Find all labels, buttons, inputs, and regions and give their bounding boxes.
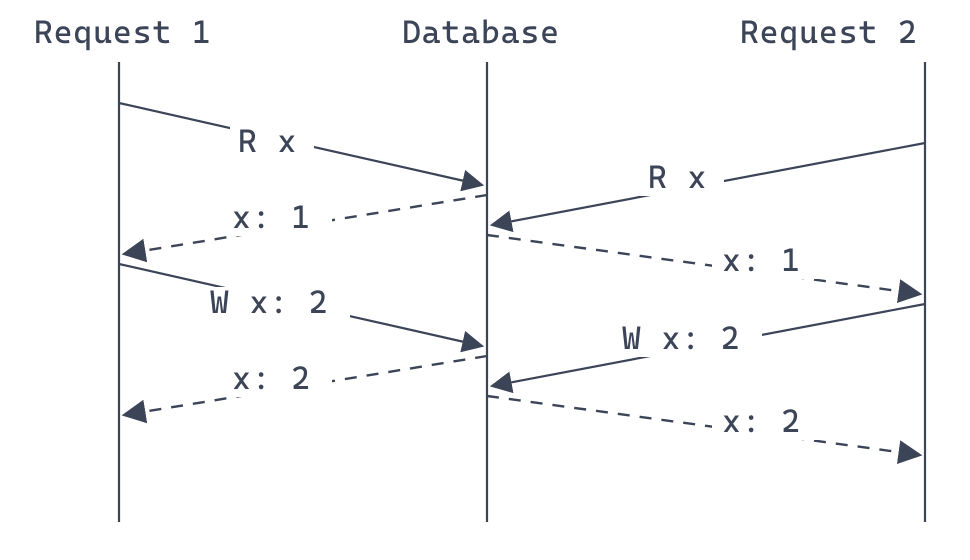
response-x1-req2 xyxy=(487,235,920,294)
message-label: x: 2 xyxy=(232,359,311,397)
participant-database: Database xyxy=(402,13,560,51)
sequence-diagram: Request 1 Database Request 2 R x x: 1 W … xyxy=(0,0,970,560)
participant-request-1: Request 1 xyxy=(34,13,212,51)
participant-request-2: Request 2 xyxy=(740,13,918,51)
message-label: x: 2 xyxy=(722,402,801,440)
message-label: R x xyxy=(238,122,297,160)
message-label: W x: 2 xyxy=(210,283,329,321)
message-label: W x: 2 xyxy=(622,319,741,357)
message-label: x: 1 xyxy=(722,241,801,279)
message-label: R x xyxy=(648,158,707,196)
message-label: x: 1 xyxy=(232,198,311,236)
response-x2-req2 xyxy=(487,396,920,455)
